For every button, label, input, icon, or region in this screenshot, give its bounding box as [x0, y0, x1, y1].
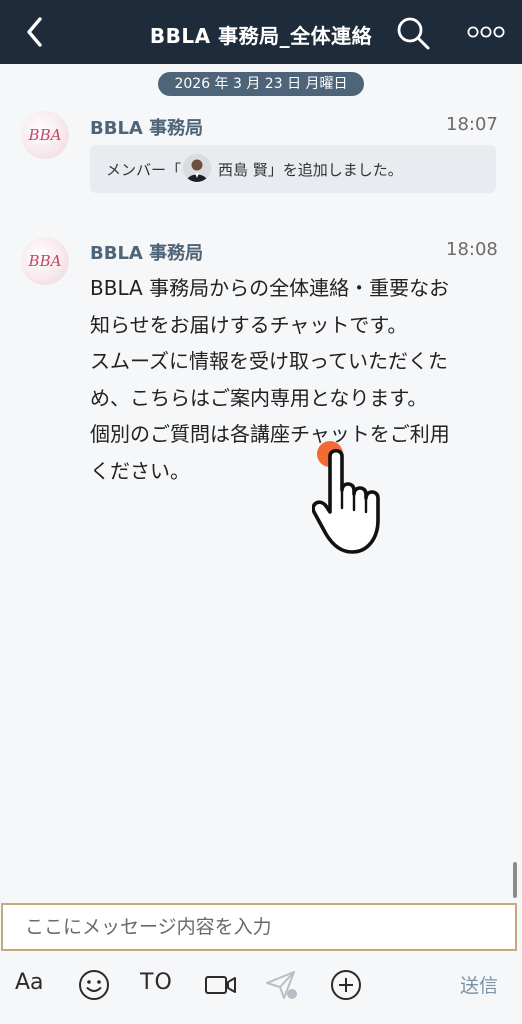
more-horizontal-icon — [467, 26, 505, 38]
chat-title: BBLA 事務局_全体連絡 — [149, 24, 373, 48]
scrollbar-thumb[interactable] — [513, 862, 517, 898]
message-time: 18:08 — [446, 239, 498, 260]
system-message: メンバー「 西島 賢」を追加しました。 — [90, 145, 496, 193]
avatar-logo: BBA — [28, 126, 62, 144]
hand-pointer-icon — [312, 448, 380, 554]
system-message-member: 西島 賢」を追加しました。 — [218, 161, 403, 179]
to-mention-button[interactable]: TO — [140, 970, 173, 995]
member-avatar[interactable] — [183, 154, 211, 182]
search-icon — [397, 17, 430, 50]
sender-avatar[interactable]: BBA — [21, 111, 69, 159]
composer-toolbar: Aa TO 送信 — [0, 955, 522, 1024]
message-body[interactable]: BBLA 事務局からの全体連絡・重要なお 知らせをお届けするチャットです。 スム… — [90, 270, 500, 489]
date-separator: 2026 年 3 月 23 日 月曜日 — [158, 72, 364, 96]
video-icon[interactable] — [204, 972, 238, 998]
plus-icon[interactable] — [330, 969, 362, 1001]
sender-name[interactable]: BBLA 事務局 — [90, 114, 203, 140]
message-time: 18:07 — [446, 114, 498, 135]
emoji-icon[interactable] — [78, 969, 110, 1001]
sender-name[interactable]: BBLA 事務局 — [90, 239, 203, 265]
message-input[interactable]: ここにメッセージ内容を入力 — [1, 903, 517, 951]
more-options-button[interactable] — [466, 22, 506, 42]
search-button[interactable] — [394, 14, 432, 52]
person-photo-icon — [183, 154, 211, 182]
system-message-prefix: メンバー「 — [106, 161, 182, 179]
send-arrow-icon[interactable] — [264, 969, 300, 1001]
avatar-logo: BBA — [28, 252, 62, 270]
send-button[interactable]: 送信 — [460, 971, 498, 998]
sender-avatar[interactable]: BBA — [21, 237, 69, 285]
header-bar: BBLA 事務局_全体連絡 — [0, 0, 522, 64]
text-style-button[interactable]: Aa — [15, 970, 44, 995]
